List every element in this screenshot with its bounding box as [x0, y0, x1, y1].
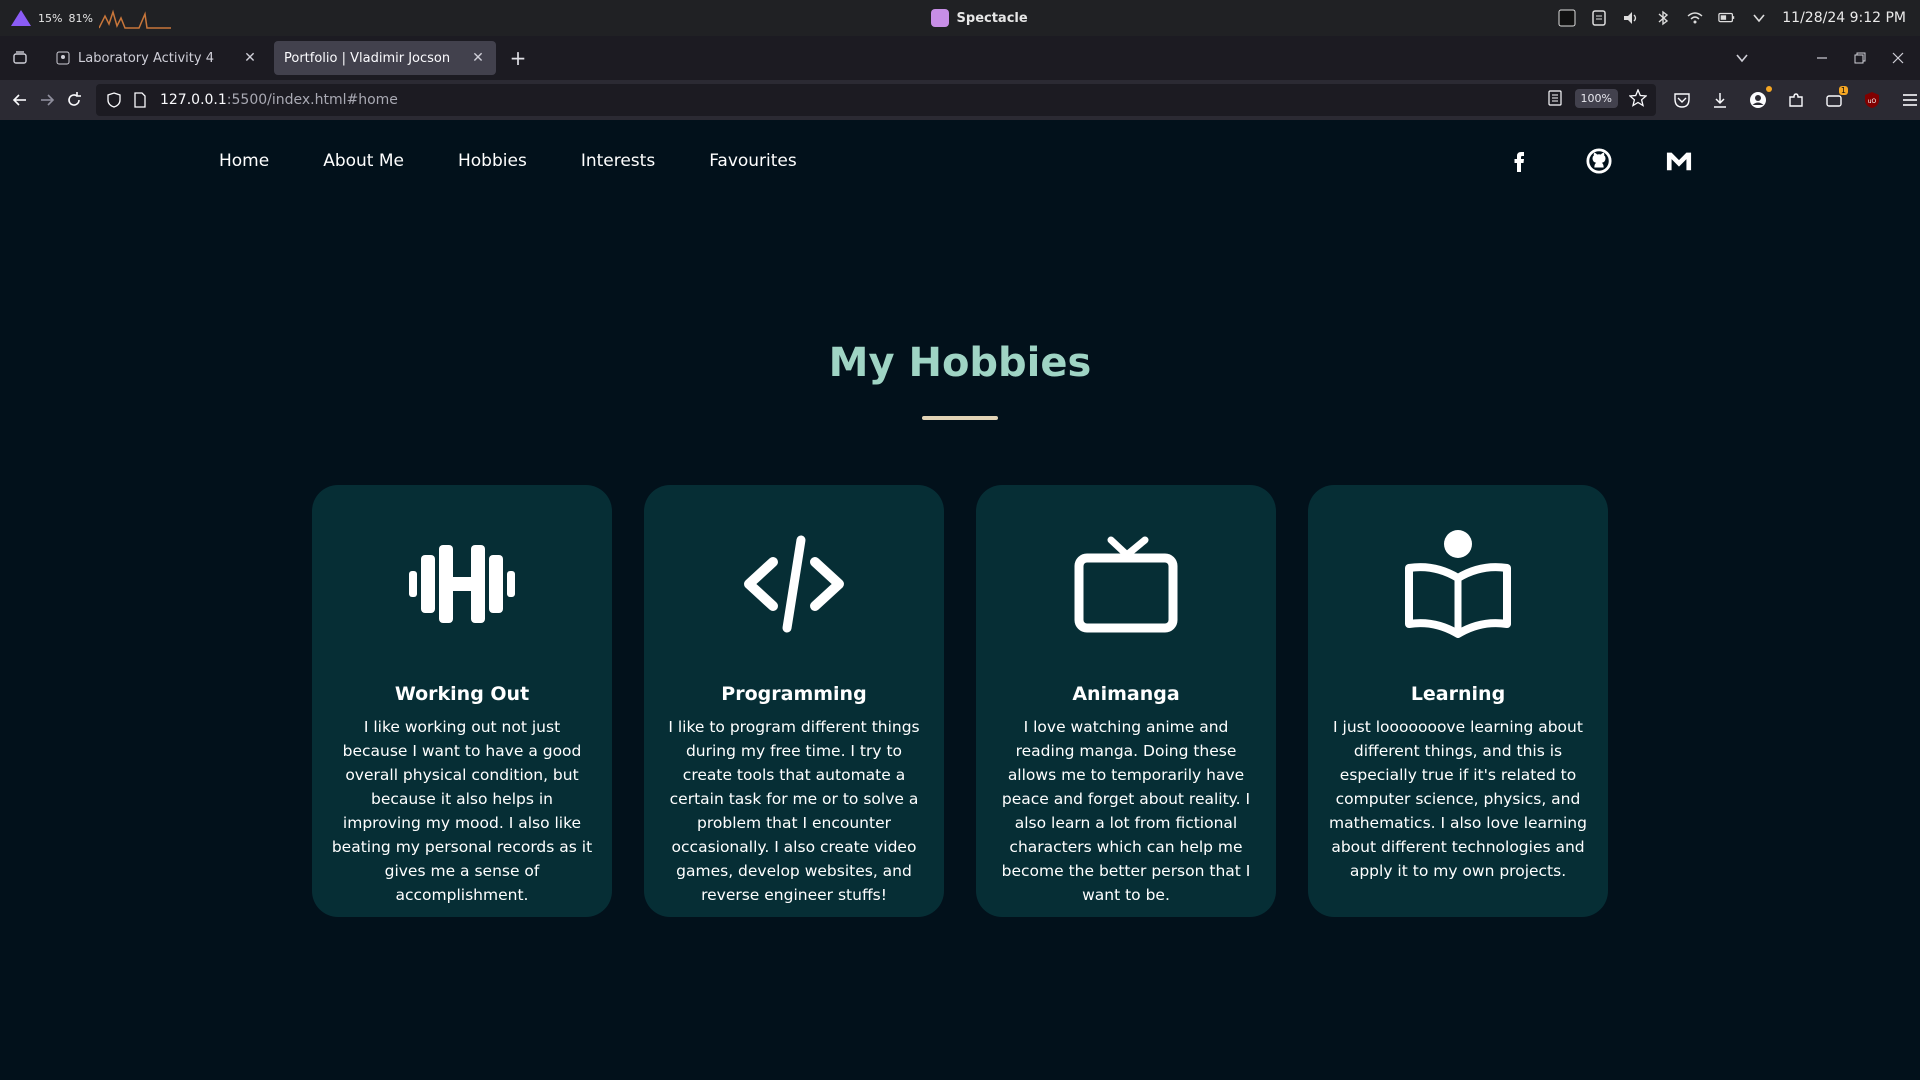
facebook-icon[interactable] — [1506, 148, 1532, 174]
system-top-bar: 15% 81% Spectacle 11/28/24 9:12 PM — [0, 0, 1920, 36]
dumbbell-icon — [407, 529, 517, 639]
tab-title: Portfolio | Vladimir Jocson — [284, 50, 451, 66]
nav-home-link[interactable]: Home — [219, 151, 269, 171]
url-text: 127.0.0.1:5500/index.html#home — [160, 92, 398, 108]
battery-icon[interactable] — [1718, 9, 1736, 27]
tab-laboratory-activity[interactable]: Laboratory Activity 4 ✕ — [46, 41, 268, 75]
back-arrow-icon — [12, 94, 26, 106]
hobby-description: I like to program different things durin… — [668, 718, 920, 904]
account-icon[interactable] — [1748, 86, 1772, 110]
tray-expand-chevron-icon[interactable] — [1750, 9, 1768, 27]
hobby-title: Working Out — [394, 683, 530, 705]
hobby-title: Animanga — [1072, 683, 1180, 705]
active-app-name: Spectacle — [956, 10, 1028, 26]
tab-close-icon[interactable]: ✕ — [242, 50, 258, 66]
system-clock[interactable]: 11/28/24 9:12 PM — [1782, 10, 1906, 26]
browser-tab-strip: Laboratory Activity 4 ✕ Portfolio | Vlad… — [0, 36, 1920, 80]
forward-arrow-icon — [40, 94, 55, 106]
new-tab-button[interactable]: + — [502, 42, 534, 74]
portfolio-page: Home About Me Hobbies Interests Favourit… — [0, 120, 1920, 1080]
reader-icon — [1403, 529, 1513, 639]
bookmark-star-icon[interactable] — [1628, 88, 1648, 108]
volume-icon[interactable] — [1622, 9, 1640, 27]
hobby-title: Programming — [721, 683, 867, 705]
zoom-level-button[interactable]: 100% — [1574, 88, 1618, 108]
gmail-icon[interactable] — [1666, 148, 1692, 174]
reader-view-icon[interactable] — [1545, 88, 1565, 108]
addon-notification-icon[interactable]: 1 — [1824, 86, 1848, 110]
section-title: My Hobbies — [828, 340, 1092, 386]
app-launcher-icon[interactable] — [10, 9, 32, 27]
wifi-icon[interactable] — [1686, 9, 1704, 27]
tab-close-icon[interactable]: ✕ — [470, 50, 486, 66]
site-navigation: Home About Me Hobbies Interests Favourit… — [219, 151, 797, 171]
account-alert-badge — [1765, 86, 1772, 92]
hobby-card: Working Out I like working out not just … — [312, 485, 612, 917]
url-path: :5500/index.html#home — [226, 92, 398, 108]
tab-overview-icon — [13, 51, 27, 64]
close-window-icon[interactable] — [1890, 50, 1906, 66]
nav-favourites-link[interactable]: Favourites — [709, 151, 797, 171]
list-all-tabs-chevron-icon[interactable] — [1734, 50, 1750, 66]
reload-button[interactable] — [61, 82, 88, 118]
page-favicon-icon — [56, 51, 70, 65]
app-menu-hamburger-icon[interactable] — [1900, 90, 1920, 110]
hobby-description: I love watching anime and reading manga.… — [1001, 718, 1251, 904]
hobby-card: Programming I like to program different … — [644, 485, 944, 917]
tv-icon — [1071, 529, 1181, 639]
code-icon — [739, 529, 849, 639]
reload-icon — [68, 92, 82, 106]
hobby-description: I just looooooove learning about differe… — [1329, 718, 1587, 880]
title-underline — [922, 416, 998, 420]
page-info-icon[interactable] — [130, 90, 150, 110]
browser-navigation-bar: 127.0.0.1:5500/index.html#home 100% 1 uO — [0, 80, 1920, 120]
restore-window-icon[interactable] — [1852, 50, 1868, 66]
downloads-icon[interactable] — [1710, 90, 1730, 110]
cpu-usage: 15% — [38, 11, 63, 25]
clipboard-icon[interactable] — [1590, 9, 1608, 27]
svg-text:uO: uO — [1868, 98, 1877, 105]
bluetooth-icon[interactable] — [1654, 9, 1672, 27]
tab-overview-button[interactable] — [0, 36, 40, 80]
minimize-window-icon[interactable] — [1814, 50, 1830, 66]
hobby-card: Learning I just looooooove learning abou… — [1308, 485, 1608, 917]
back-button[interactable] — [6, 82, 33, 118]
url-bar[interactable]: 127.0.0.1:5500/index.html#home 100% — [95, 84, 1656, 116]
github-icon[interactable] — [1586, 148, 1612, 174]
url-host: 127.0.0.1 — [159, 92, 227, 108]
memory-usage: 81% — [68, 11, 93, 25]
addon-badge: 1 — [1838, 86, 1848, 95]
pen-tablet-icon[interactable] — [1558, 9, 1576, 27]
hobby-description: I like working out not just because I wa… — [331, 718, 593, 904]
hobby-cards: Working Out I like working out not just … — [312, 485, 1608, 917]
pocket-icon[interactable] — [1672, 90, 1692, 110]
tab-title: Laboratory Activity 4 — [78, 50, 214, 66]
hobby-card: Animanga I love watching anime and readi… — [976, 485, 1276, 917]
tab-portfolio[interactable]: Portfolio | Vladimir Jocson ✕ — [274, 41, 496, 75]
spectacle-icon — [930, 9, 949, 27]
tracking-protection-shield-icon[interactable] — [104, 90, 124, 110]
nav-hobbies-link[interactable]: Hobbies — [458, 151, 527, 171]
active-window-title: Spectacle — [400, 9, 1558, 27]
hobby-title: Learning — [1410, 683, 1506, 705]
social-links — [1506, 148, 1692, 174]
activity-graph-icon — [98, 9, 171, 29]
forward-button[interactable] — [33, 82, 60, 118]
extensions-puzzle-icon[interactable] — [1786, 90, 1806, 110]
ublock-origin-icon[interactable]: uO — [1862, 90, 1882, 110]
nav-interests-link[interactable]: Interests — [581, 151, 655, 171]
nav-about-me-link[interactable]: About Me — [323, 151, 404, 171]
